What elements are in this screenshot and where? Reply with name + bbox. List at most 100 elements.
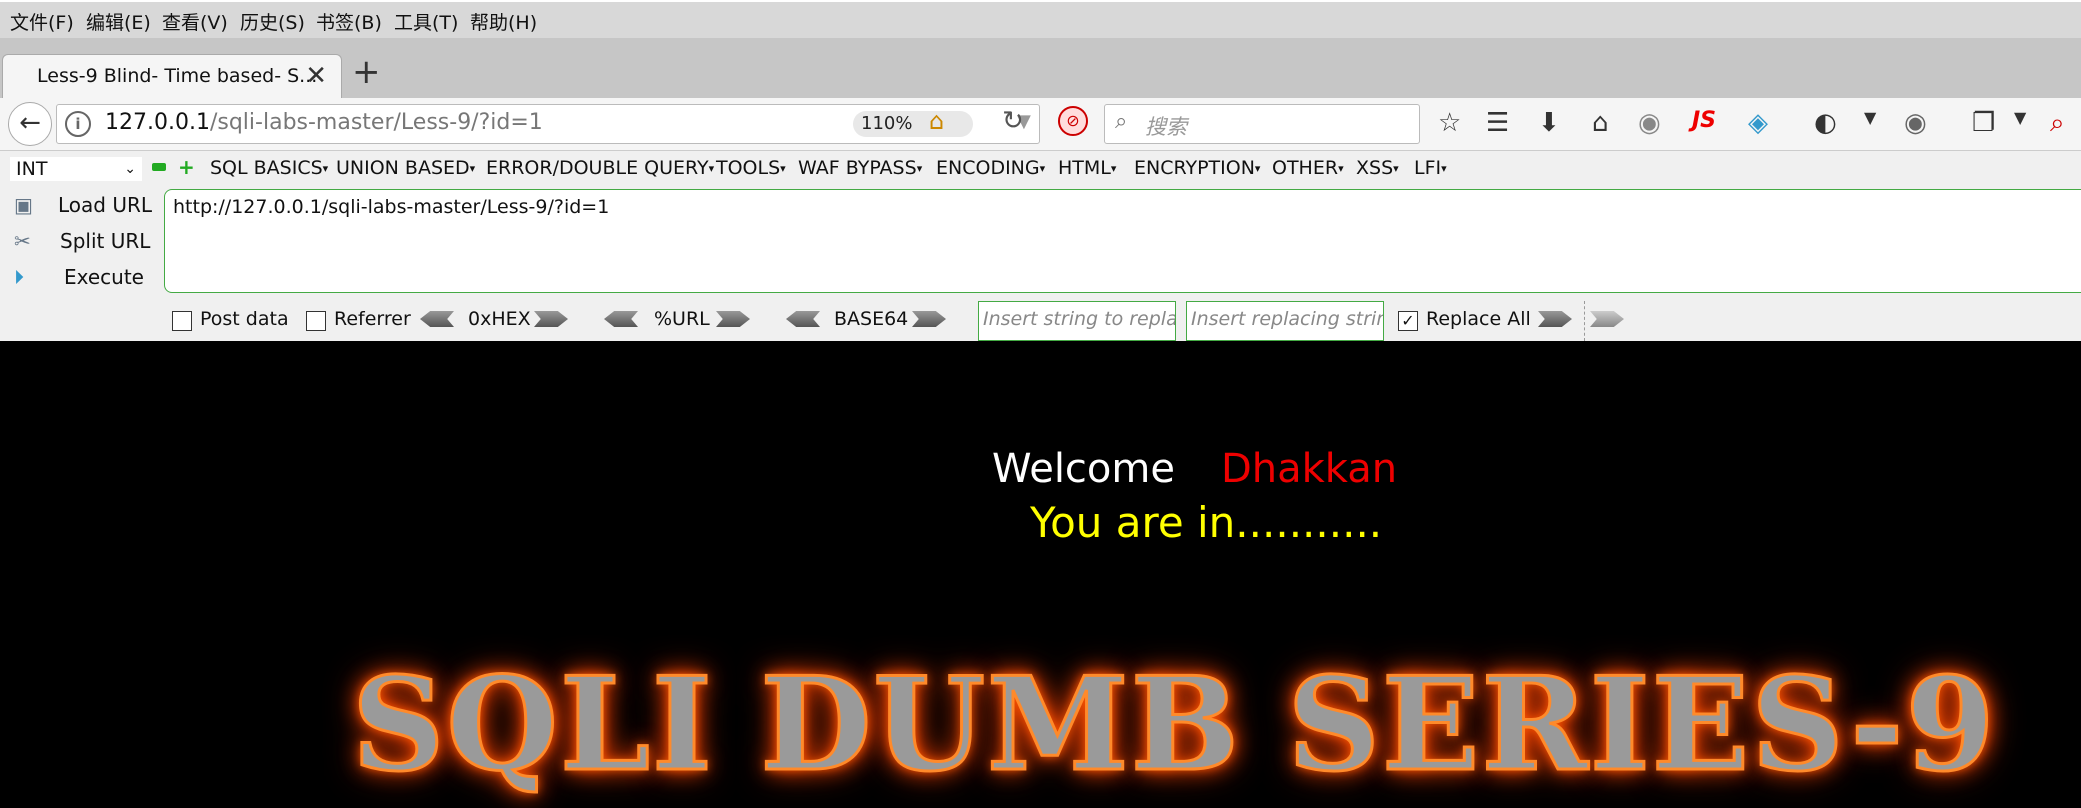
menu-tools[interactable]: 工具(T) <box>394 8 458 35</box>
reload-icon[interactable]: ↻ <box>1002 106 1024 136</box>
hackbar: INT ⌄ + SQL BASICS▾ UNION BASED▾ ERROR/DO… <box>0 151 2081 341</box>
zoom-icon[interactable]: ⌕ <box>2050 108 2065 139</box>
chevron-down-icon: ⌄ <box>124 161 136 177</box>
menu-bookmarks[interactable]: 书签(B) <box>316 8 382 35</box>
menu-lfi[interactable]: LFI▾ <box>1414 157 1447 179</box>
menu-encoding[interactable]: ENCODING▾ <box>936 157 1045 179</box>
menu-label: ENCODING <box>936 157 1040 179</box>
welcome-line: Welcome Dhakkan <box>992 446 1397 492</box>
menu-label: LFI <box>1414 157 1442 179</box>
reading-list-icon[interactable]: ☰ <box>1486 108 1509 138</box>
referrer-label: Referrer <box>334 308 411 330</box>
menu-history[interactable]: 历史(S) <box>240 8 305 35</box>
status-message: You are in........... <box>1030 498 1383 547</box>
load-url-label: Load URL <box>58 193 153 217</box>
url-text: 127.0.0.1/sqli-labs-master/Less-9/?id=1 <box>105 110 543 135</box>
star-icon[interactable]: ☆ <box>1438 108 1461 138</box>
home-icon[interactable]: ⌂ <box>929 107 944 135</box>
menu-file[interactable]: 文件(F) <box>10 8 74 35</box>
menu-view[interactable]: 查看(V) <box>162 8 228 35</box>
url-textarea[interactable]: http://127.0.0.1/sqli-labs-master/Less-9… <box>164 189 2081 293</box>
menu-waf-bypass[interactable]: WAF BYPASS▾ <box>798 157 922 179</box>
menu-label: SQL BASICS <box>210 157 323 179</box>
menu-html[interactable]: HTML▾ <box>1058 157 1116 179</box>
pages-icon[interactable]: ❐ <box>1972 108 1995 138</box>
menu-label: WAF BYPASS <box>798 157 917 179</box>
welcome-text: Welcome <box>992 446 1175 492</box>
menu-label: ERROR/DOUBLE QUERY <box>486 157 709 179</box>
menu-label: ENCRYPTION <box>1134 157 1255 179</box>
menu-tools[interactable]: TOOLS▾ <box>716 157 786 179</box>
replace-next-arrow-icon[interactable] <box>1590 311 1624 327</box>
url-encode-arrow-icon[interactable] <box>716 311 750 327</box>
tab-title: Less-9 Blind- Time based- S... <box>37 65 318 87</box>
menu-sql-basics[interactable]: SQL BASICS▾ <box>210 157 328 179</box>
extension-icon[interactable]: ◈ <box>1748 108 1768 138</box>
tab-strip: Less-9 Blind- Time based- S... ✕ + <box>0 38 2081 101</box>
address-bar[interactable]: i 127.0.0.1/sqli-labs-master/Less-9/?id=… <box>56 104 1040 144</box>
menu-label: OTHER <box>1272 157 1339 179</box>
chevron-down-icon[interactable]: ▼ <box>1864 108 1876 127</box>
replace-all-checkbox[interactable]: ✓ <box>1398 311 1418 331</box>
menu-other[interactable]: OTHER▾ <box>1272 157 1344 179</box>
user-name: Dhakkan <box>1220 446 1398 492</box>
url-host: 127.0.0.1 <box>105 110 210 135</box>
hex-label: 0xHEX <box>468 308 531 330</box>
type-select-value: INT <box>16 158 48 180</box>
search-icon: ⌕ <box>1115 109 1128 134</box>
menu-label: XSS <box>1356 157 1394 179</box>
palette-icon[interactable]: ◐ <box>1814 108 1837 138</box>
base64-decode-arrow-icon[interactable] <box>786 311 820 327</box>
globe-icon[interactable]: ◉ <box>1638 108 1661 138</box>
url-path: /sqli-labs-master/Less-9/?id=1 <box>209 110 543 135</box>
play-icon: ⏵ <box>14 265 24 289</box>
type-select[interactable]: INT ⌄ <box>10 157 142 181</box>
js-icon[interactable]: JS <box>1692 108 1716 133</box>
plus-icon[interactable]: + <box>178 157 195 177</box>
menu-error-double-query[interactable]: ERROR/DOUBLE QUERY▾ <box>486 157 714 179</box>
base64-encode-arrow-icon[interactable] <box>912 311 946 327</box>
menu-edit[interactable]: 编辑(E) <box>86 8 151 35</box>
menu-encryption[interactable]: ENCRYPTION▾ <box>1134 157 1260 179</box>
menu-bar: 文件(F) 编辑(E) 查看(V) 历史(S) 书签(B) 工具(T) 帮助(H… <box>0 0 2081 40</box>
url-decode-arrow-icon[interactable] <box>604 311 638 327</box>
menu-help[interactable]: 帮助(H) <box>470 8 537 35</box>
menu-union-based[interactable]: UNION BASED▾ <box>336 157 475 179</box>
navigation-bar: ← i 127.0.0.1/sqli-labs-master/Less-9/?i… <box>0 98 2081 151</box>
referrer-checkbox[interactable] <box>306 311 326 331</box>
block-icon[interactable]: ⊘ <box>1058 106 1088 136</box>
split-url-label: Split URL <box>60 229 151 253</box>
tab-less-9[interactable]: Less-9 Blind- Time based- S... ✕ <box>2 54 342 101</box>
menu-label: HTML <box>1058 157 1111 179</box>
post-data-checkbox[interactable] <box>172 311 192 331</box>
overflow-chevron-icon[interactable]: ▼ <box>2014 108 2026 127</box>
banner-logo: SQLI DUMB SERIES-9 <box>351 649 1997 802</box>
hex-decode-arrow-icon[interactable] <box>420 311 454 327</box>
hex-encode-arrow-icon[interactable] <box>534 311 568 327</box>
back-arrow-icon[interactable]: ← <box>8 102 52 146</box>
zoom-level: 110% <box>861 113 913 134</box>
minus-icon[interactable] <box>152 163 166 171</box>
download-icon[interactable]: ⬇ <box>1538 108 1560 138</box>
replace-from-input[interactable]: Insert string to replace <box>978 301 1176 341</box>
search-box[interactable]: ⌕ 搜索 <box>1104 104 1420 144</box>
new-tab-icon[interactable]: + <box>352 52 381 92</box>
addon-icon[interactable]: ◉ <box>1904 108 1927 138</box>
separator <box>1584 301 1585 341</box>
replace-arrow-icon[interactable] <box>1538 311 1572 327</box>
menu-xss[interactable]: XSS▾ <box>1356 157 1399 179</box>
menu-label: TOOLS <box>716 157 781 179</box>
info-icon[interactable]: i <box>65 111 91 137</box>
zoom-indicator[interactable]: 110% <box>853 111 973 137</box>
load-url-icon: ▣ <box>14 193 33 217</box>
replace-to-input[interactable]: Insert replacing string <box>1186 301 1384 341</box>
home-button-icon[interactable]: ⌂ <box>1592 108 1609 138</box>
search-placeholder: 搜索 <box>1145 115 1187 139</box>
menu-label: UNION BASED <box>336 157 470 179</box>
split-url-icon: ✂ <box>14 229 31 253</box>
close-tab-icon[interactable]: ✕ <box>305 61 327 91</box>
execute-label: Execute <box>64 265 144 289</box>
base64-label: BASE64 <box>834 308 909 330</box>
replace-all-label: Replace All <box>1426 308 1531 330</box>
post-data-label: Post data <box>200 308 289 330</box>
